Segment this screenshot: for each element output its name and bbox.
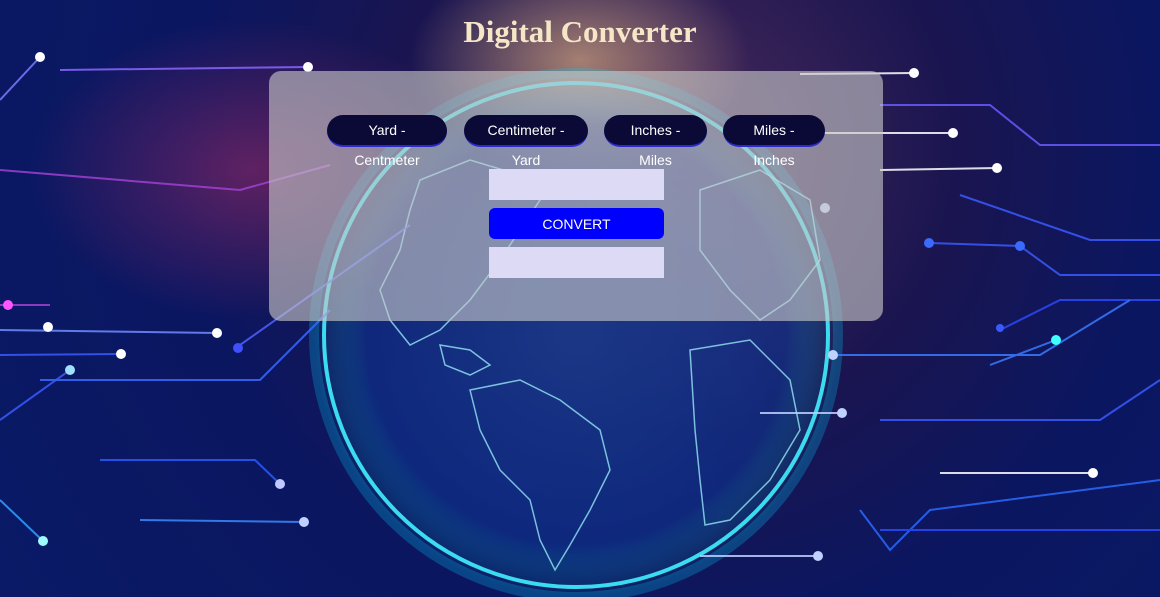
tab-yard-centmeter[interactable]: Yard - Centmeter xyxy=(327,115,447,168)
page-title: Digital Converter xyxy=(463,14,697,49)
tab-centimeter-yard[interactable]: Centimeter - Yard xyxy=(464,115,588,168)
output-value-field[interactable] xyxy=(489,247,664,278)
convert-button[interactable]: CONVERT xyxy=(489,208,664,239)
converter-panel: Yard - Centmeter Centimeter - Yard Inche… xyxy=(269,71,883,321)
input-value-field[interactable] xyxy=(489,169,664,200)
tab-inches-miles[interactable]: Inches - Miles xyxy=(604,115,707,168)
tab-miles-inches[interactable]: Miles - Inches xyxy=(723,115,825,168)
